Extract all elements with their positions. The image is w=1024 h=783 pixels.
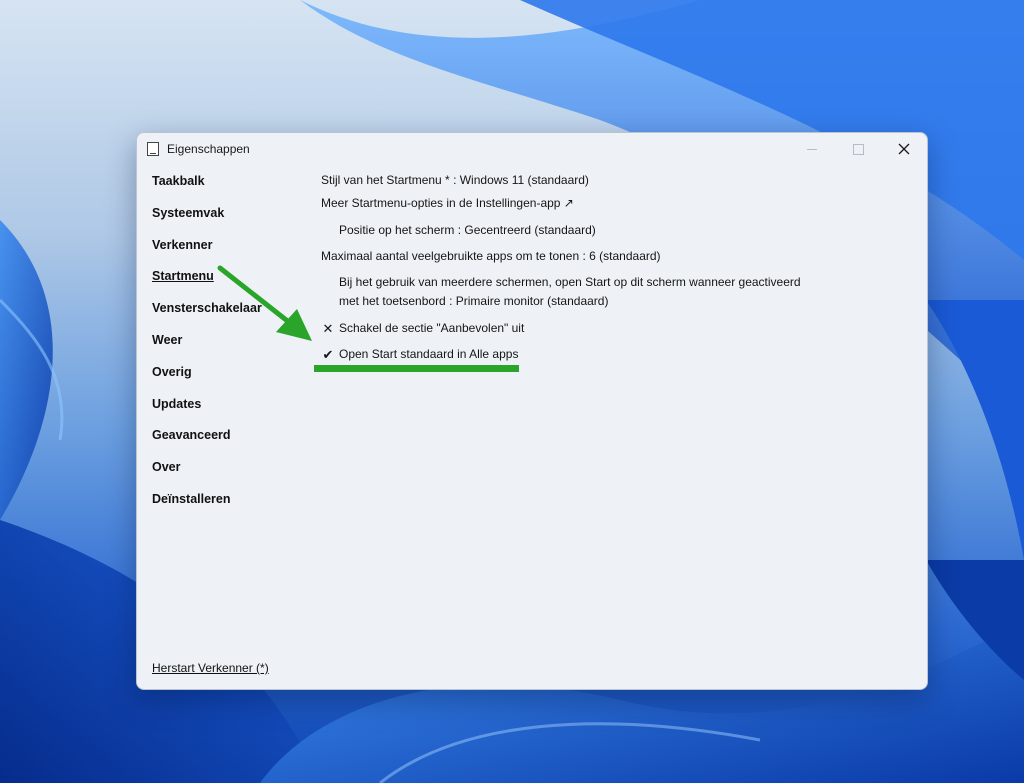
multi-monitor-option[interactable]: Bij het gebruik van meerdere schermen, o… [339,273,801,311]
minimize-icon [807,148,817,150]
disable-recommended-label: Schakel de sectie "Aanbevolen" uit [339,321,525,335]
checkmark-icon: ✔ [322,347,334,362]
title-bar[interactable]: Eigenschappen [137,133,927,165]
sidebar-item-label: Systeemvak [152,205,225,220]
sidebar-item-vensterschakelaar[interactable]: Vensterschakelaar [152,300,292,332]
sidebar-item-weer[interactable]: Weer [152,332,292,364]
max-apps-option[interactable]: Maximaal aantal veelgebruikte apps om te… [321,247,661,266]
minimize-button[interactable] [789,133,835,165]
maximize-button[interactable] [835,133,881,165]
sidebar-item-taakbalk[interactable]: Taakbalk [152,173,292,205]
sidebar-nav: Taakbalk Systeemvak Verkenner Startmenu … [152,173,292,523]
sidebar-item-label: Updates [152,396,202,411]
open-all-apps-label: Open Start standaard in Alle apps [339,347,519,361]
app-icon [147,142,159,156]
sidebar-item-overig[interactable]: Overig [152,364,292,396]
sidebar-item-deinstalleren[interactable]: Deïnstalleren [152,491,292,523]
sidebar-item-label: Weer [152,332,183,347]
sidebar-item-label: Overig [152,364,192,379]
sidebar-item-label: Geavanceerd [152,428,231,443]
sidebar-item-label: Verkenner [152,237,213,252]
multi-monitor-line-1: Bij het gebruik van meerdere schermen, o… [339,275,801,289]
startmenu-style-option[interactable]: Stijl van het Startmenu * : Windows 11 (… [321,171,589,190]
more-startmenu-options-link[interactable]: Meer Startmenu-opties in de Instellingen… [321,194,574,213]
properties-window: Eigenschappen Taakbalk Systeemvak Verken… [136,132,928,690]
restart-explorer-link[interactable]: Herstart Verkenner (*) [152,661,269,675]
sidebar-item-label: Startmenu [152,269,214,284]
cross-icon: ✕ [322,321,334,336]
open-all-apps-toggle[interactable]: ✔ Open Start standaard in Alle apps [321,345,519,364]
close-button[interactable] [881,133,927,165]
sidebar-item-startmenu[interactable]: Startmenu [152,268,292,300]
sidebar-item-geavanceerd[interactable]: Geavanceerd [152,427,292,459]
multi-monitor-line-2: met het toetsenbord : Primaire monitor (… [339,294,609,308]
sidebar-item-updates[interactable]: Updates [152,396,292,428]
sidebar-item-label: Deïnstalleren [152,491,231,506]
sidebar-item-label: Over [152,460,181,475]
sidebar-item-verkenner[interactable]: Verkenner [152,237,292,269]
sidebar-item-label: Taakbalk [152,174,205,188]
disable-recommended-toggle[interactable]: ✕ Schakel de sectie "Aanbevolen" uit [321,319,525,338]
screen-position-option[interactable]: Positie op het scherm : Gecentreerd (sta… [339,221,596,240]
sidebar-item-systeemvak[interactable]: Systeemvak [152,205,292,237]
close-icon [898,143,910,155]
maximize-icon [852,143,864,155]
window-title: Eigenschappen [167,142,250,156]
sidebar-item-over[interactable]: Over [152,459,292,491]
sidebar-item-label: Vensterschakelaar [152,301,262,316]
